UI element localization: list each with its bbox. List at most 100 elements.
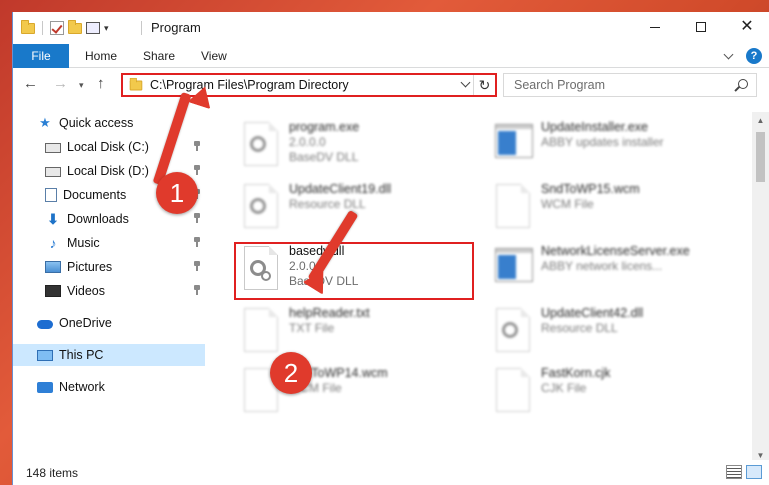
explorer-window: ▾ Program ✕ File Home Share View ? ← → ▾… xyxy=(12,12,769,485)
properties-check-icon[interactable] xyxy=(50,21,64,35)
sidebar-item-label: Downloads xyxy=(67,212,129,226)
tab-home[interactable]: Home xyxy=(71,44,131,68)
help-icon[interactable]: ? xyxy=(746,48,762,64)
window-title: Program xyxy=(141,20,201,35)
close-button[interactable]: ✕ xyxy=(724,12,769,42)
file-meta: program.exe 2.0.0.0 BaseDV DLL xyxy=(289,120,359,165)
folder-icon xyxy=(129,77,143,90)
file-item[interactable]: UpdateClient19.dll Resource DLL xyxy=(241,182,481,234)
search-input[interactable] xyxy=(514,78,714,92)
pictures-icon xyxy=(45,261,61,273)
documents-icon xyxy=(45,188,57,202)
qat-dropdown-icon[interactable]: ▾ xyxy=(104,23,109,34)
file-item[interactable]: NetworkLicenseServer.exe ABBY network li… xyxy=(493,244,733,296)
callout-1: 1 xyxy=(156,172,198,214)
window-shape xyxy=(495,124,533,158)
back-arrow-icon[interactable]: ← xyxy=(23,75,38,92)
up-arrow-icon[interactable]: ↑ xyxy=(97,75,105,92)
file-meta: FastKorn.cjk CJK File xyxy=(541,366,610,396)
customize-icon[interactable] xyxy=(86,22,100,34)
gear-icon xyxy=(250,198,266,214)
quick-access-toolbar: ▾ xyxy=(21,19,109,36)
file-meta: UpdateInstaller.exe ABBY updates install… xyxy=(541,120,664,150)
expand-ribbon-icon[interactable] xyxy=(723,49,734,59)
minimize-button[interactable] xyxy=(632,12,678,42)
file-item[interactable]: helpReader.txt TXT File xyxy=(241,306,481,358)
file-name: helpReader.txt xyxy=(289,306,370,320)
refresh-icon[interactable]: ↻ xyxy=(473,75,495,95)
drive-icon xyxy=(45,167,61,177)
file-item[interactable]: program.exe 2.0.0.0 BaseDV DLL xyxy=(241,120,481,172)
address-path[interactable]: C:\Program Files\Program Directory xyxy=(150,78,349,92)
file-description: ABBY network licens... xyxy=(541,259,663,273)
sidebar-item-this-pc[interactable]: This PC xyxy=(13,344,205,366)
address-bar[interactable]: C:\Program Files\Program Directory ↻ xyxy=(121,73,497,97)
sidebar-item-label: Network xyxy=(59,380,105,394)
search-box[interactable] xyxy=(503,73,757,97)
drive-icon xyxy=(45,143,61,153)
window-icon xyxy=(493,120,533,168)
file-description: Resource DLL xyxy=(541,321,618,335)
document-shape xyxy=(244,308,278,352)
file-meta: UpdateClient42.dll Resource DLL xyxy=(541,306,643,336)
new-folder-icon[interactable] xyxy=(68,19,82,34)
dll-icon xyxy=(493,306,533,354)
sidebar-item-videos[interactable]: Videos xyxy=(13,280,205,302)
details-view-icon[interactable] xyxy=(726,465,742,479)
document-shape xyxy=(496,368,530,412)
file-name: FastKorn.cjk xyxy=(541,366,611,380)
maximize-button[interactable] xyxy=(678,12,724,42)
highlight-box xyxy=(234,242,474,300)
window-controls: ✕ xyxy=(632,12,769,42)
file-description: CJK File xyxy=(541,381,587,395)
tab-share[interactable]: Share xyxy=(129,44,189,68)
star-icon: ★ xyxy=(39,115,51,130)
vertical-scrollbar[interactable]: ▲ ▼ xyxy=(752,112,769,464)
sidebar-item-label: Local Disk (C:) xyxy=(67,140,149,154)
file-name: SndToWP15.wcm xyxy=(541,182,640,196)
onedrive-icon xyxy=(37,320,53,329)
sidebar-item-network[interactable]: Network xyxy=(13,376,205,398)
scroll-thumb[interactable] xyxy=(756,132,765,182)
tab-file[interactable]: File xyxy=(13,44,69,68)
sidebar-item-label: OneDrive xyxy=(59,316,112,330)
network-icon xyxy=(37,381,53,393)
sidebar-item-label: Documents xyxy=(63,188,127,202)
pin-icon xyxy=(193,285,201,295)
file-icon xyxy=(241,306,281,354)
navigation-bar: ← → ▾ ↑ C:\Program Files\Program Directo… xyxy=(13,69,769,101)
file-name: program.exe xyxy=(289,120,360,134)
callout-2: 2 xyxy=(270,352,312,394)
view-switcher xyxy=(726,465,762,479)
sidebar-item-label: This PC xyxy=(59,348,104,362)
forward-arrow-icon[interactable]: → xyxy=(53,75,68,92)
gear-icon xyxy=(250,136,266,152)
sidebar-item-onedrive[interactable]: OneDrive xyxy=(13,312,205,334)
sidebar-item-pictures[interactable]: Pictures xyxy=(13,256,205,278)
file-item[interactable]: SndToWP15.wcm WCM File xyxy=(493,182,733,234)
maximize-icon xyxy=(696,22,706,32)
file-icon xyxy=(493,182,533,230)
folder-icon xyxy=(21,19,35,34)
file-version: 2.0.0.0 xyxy=(289,135,326,149)
recent-locations-icon[interactable]: ▾ xyxy=(79,80,84,91)
minimize-icon xyxy=(650,26,660,28)
dll-icon xyxy=(241,182,281,230)
tab-view[interactable]: View xyxy=(187,44,241,68)
large-icons-view-icon[interactable] xyxy=(746,465,762,479)
pin-icon xyxy=(193,165,201,175)
search-icon[interactable] xyxy=(738,79,748,89)
gear-icon xyxy=(502,322,518,338)
ribbon: File Home Share View ? xyxy=(13,44,769,68)
scroll-up-icon[interactable]: ▲ xyxy=(752,112,769,129)
file-item[interactable]: FastKorn.cjk CJK File xyxy=(493,366,733,418)
sidebar-item-music[interactable]: ♪ Music xyxy=(13,232,205,254)
file-item[interactable]: UpdateInstaller.exe ABBY updates install… xyxy=(493,120,733,172)
sidebar-item-label: Local Disk (D:) xyxy=(67,164,149,178)
address-dropdown-icon[interactable] xyxy=(460,77,471,88)
file-meta: helpReader.txt TXT File xyxy=(289,306,370,336)
file-item[interactable]: UpdateClient42.dll Resource DLL xyxy=(493,306,733,358)
file-name: UpdateInstaller.exe xyxy=(541,120,649,134)
separator xyxy=(42,21,43,35)
navigation-pane: ★ Quick access Local Disk (C:) Local Dis… xyxy=(13,112,207,452)
